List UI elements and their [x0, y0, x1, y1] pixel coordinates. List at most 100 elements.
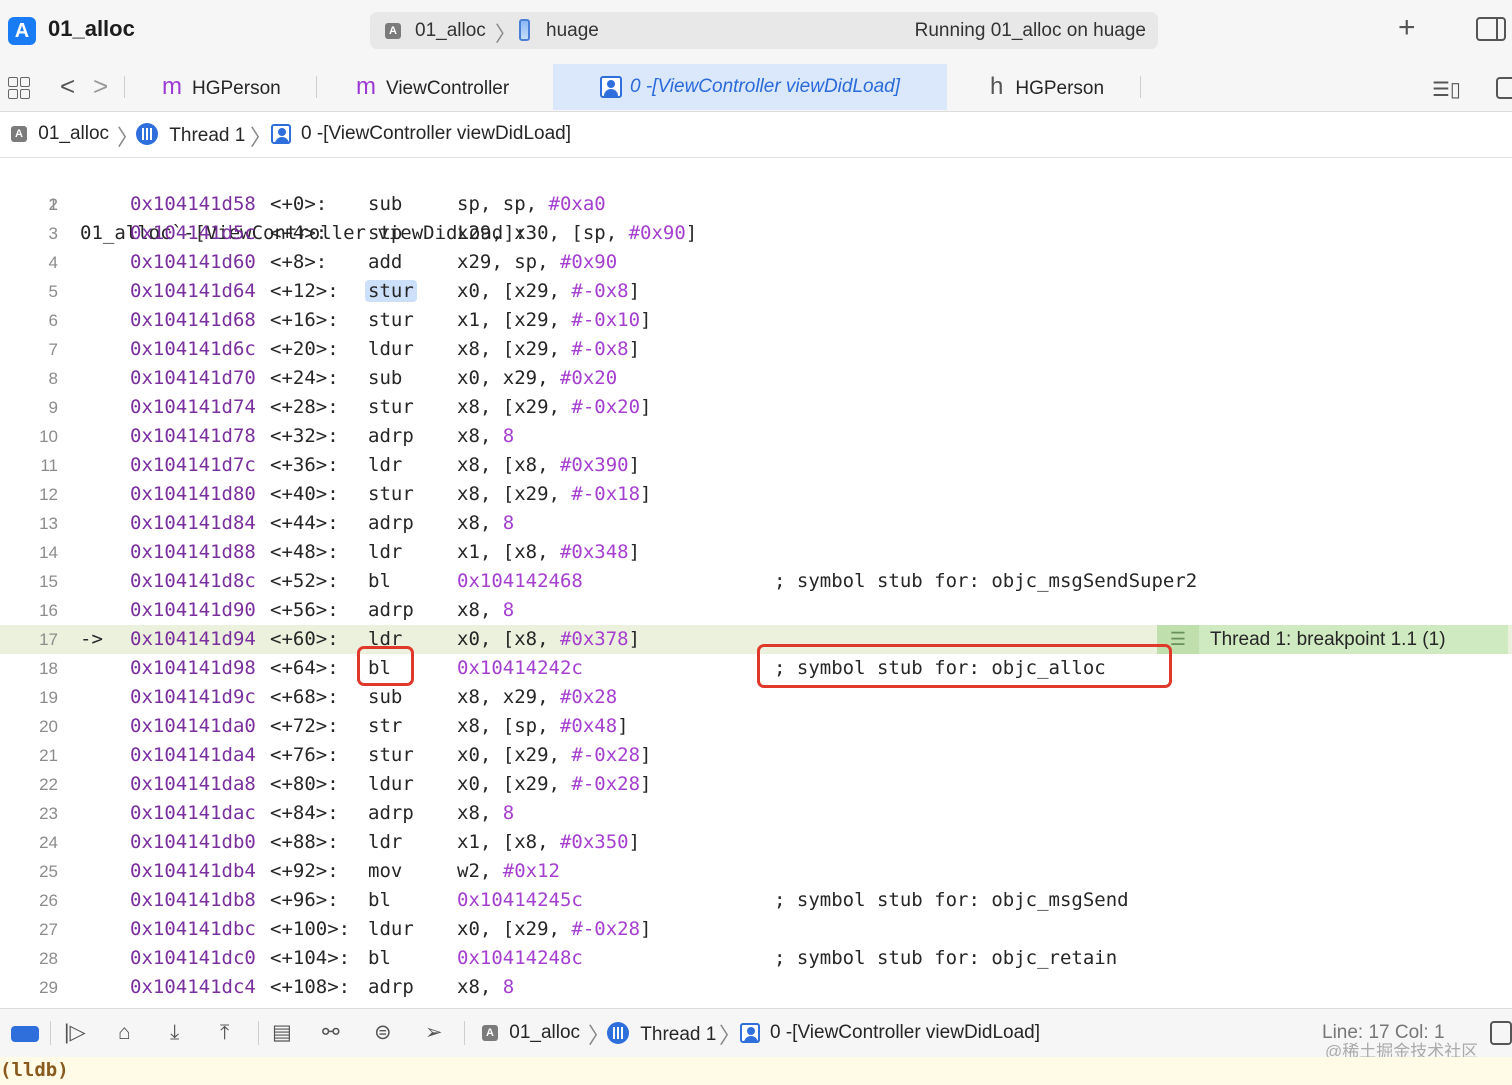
- view-hierarchy-icon[interactable]: ▤: [272, 1021, 292, 1045]
- tab-viewcontroller-m[interactable]: m ViewController: [356, 64, 509, 110]
- toolbar-divider: [464, 1021, 465, 1045]
- instruction-address: 0x104141d68: [130, 309, 256, 331]
- chevron-left-icon[interactable]: <: [60, 71, 75, 102]
- operand-text: x1, [x8,: [457, 831, 560, 853]
- mnemonic-text: bl: [368, 947, 391, 969]
- instruction-offset: <+32>:: [270, 425, 339, 447]
- toolbar-divider: [258, 1021, 259, 1045]
- code-line: 28 0x104141dc0 <+104>: bl 0x10414248c ; symbo…: [0, 944, 1512, 973]
- instruction-operands: w2, #0x12: [457, 857, 560, 886]
- instruction-mnemonic: ldur: [368, 915, 414, 944]
- inspector-toggle-icon[interactable]: [1476, 17, 1506, 41]
- line-number: 5: [48, 282, 58, 301]
- tab-disassembly[interactable]: 0 -[ViewController viewDidLoad]: [553, 64, 947, 110]
- operand-text: x8, [x8,: [457, 454, 560, 476]
- debugbar-frame-label: 0 -[ViewController viewDidLoad]: [770, 1022, 1040, 1043]
- instruction-address: 0x104141d70: [130, 367, 256, 389]
- instruction-offset: <+80>:: [270, 773, 339, 795]
- mnemonic-text: adrp: [368, 599, 414, 621]
- operand-text: x0, x29,: [457, 367, 560, 389]
- environment-overrides-icon[interactable]: ⊜: [374, 1021, 392, 1045]
- instruction-address: 0x104141db8: [130, 889, 256, 911]
- breakpoints-toggle-icon[interactable]: [11, 1026, 39, 1042]
- step-out-icon[interactable]: ⤒: [220, 1021, 229, 1045]
- operand-tail: ]: [640, 483, 652, 505]
- operand-text: x29, sp,: [457, 251, 560, 273]
- code-line: 29 0x104141dc4 <+108>: adrp x8, 8: [0, 973, 1512, 1002]
- lldb-console[interactable]: (lldb): [0, 1057, 1512, 1085]
- debugbar-project[interactable]: A 01_alloc: [482, 1022, 580, 1044]
- operand-immediate: 0x10414242c: [457, 657, 583, 679]
- instruction-offset: <+28>:: [270, 396, 339, 418]
- instruction-operands: x0, [x8, #0x378]: [457, 625, 640, 654]
- memory-graph-icon[interactable]: ⚯: [322, 1021, 340, 1045]
- tab-hgperson-h[interactable]: h HGPerson: [990, 64, 1104, 110]
- chevron-right-icon: 〉: [719, 1023, 742, 1048]
- instruction-address: 0x104141da4: [130, 744, 256, 766]
- continue-icon[interactable]: |▷: [64, 1021, 86, 1045]
- line-number: 25: [39, 862, 58, 881]
- step-into-icon[interactable]: ⤓: [170, 1021, 179, 1045]
- operand-immediate: #-0x28: [571, 773, 641, 795]
- step-over-icon[interactable]: ⌂: [118, 1021, 131, 1045]
- chevron-right-icon[interactable]: >: [93, 71, 108, 102]
- operand-text: x0, [x29,: [457, 918, 572, 940]
- jump-bar: A 01_alloc 〉 Thread 1 〉 0 -[ViewControll…: [0, 112, 1512, 158]
- instruction-address: 0x104141dc4: [130, 976, 256, 998]
- debugbar-thread[interactable]: Thread 1: [607, 1022, 716, 1046]
- instruction-address: 0x104141d8c: [130, 570, 256, 592]
- jumpbar-project[interactable]: A 01_alloc: [11, 123, 109, 145]
- instruction-address: 0x104141d9c: [130, 686, 256, 708]
- instruction-mnemonic: ldr: [368, 625, 402, 654]
- line-number: 20: [39, 717, 58, 736]
- operand-tail: ]: [628, 280, 641, 302]
- chevron-right-icon: 〉: [250, 125, 273, 150]
- debugbar-frame[interactable]: 0 -[ViewController viewDidLoad]: [740, 1022, 1040, 1044]
- add-library-button[interactable]: +: [1398, 12, 1416, 44]
- console-panel-icon[interactable]: [1490, 1021, 1512, 1045]
- operand-tail: ]: [640, 744, 652, 766]
- operand-immediate: #0x12: [502, 860, 560, 882]
- jumpbar-thread[interactable]: Thread 1: [136, 123, 245, 147]
- scheme-target-label[interactable]: 01_alloc: [415, 20, 486, 42]
- related-items-grid-icon[interactable]: [8, 77, 30, 99]
- tab-divider: [316, 76, 317, 98]
- simulate-location-icon[interactable]: ➢: [425, 1021, 443, 1045]
- instruction-address: 0x104141dbc: [130, 918, 256, 940]
- operand-tail: ]: [685, 222, 698, 244]
- mnemonic-text: stur: [368, 483, 414, 505]
- code-line: 22 0x104141da8 <+80>: ldur x0, [x29, #-0x28]: [0, 770, 1512, 799]
- jumpbar-frame[interactable]: 0 -[ViewController viewDidLoad]: [271, 123, 571, 145]
- instruction-mnemonic: ldr: [368, 828, 402, 857]
- line-number: 26: [39, 891, 58, 910]
- instruction-address: 0x104141d94: [130, 628, 256, 650]
- operand-tail: ]: [640, 309, 652, 331]
- line-number: 18: [39, 659, 58, 678]
- instruction-operands: x8, 8: [457, 596, 514, 625]
- mnemonic-text: stur: [365, 280, 417, 302]
- instruction-address: 0x104141d90: [130, 599, 256, 621]
- operand-tail: ]: [628, 831, 641, 853]
- program-counter-arrow: ->: [80, 628, 103, 650]
- code-line: 18 0x104141d98 <+64>: bl 0x10414242c ; symbol…: [0, 654, 1512, 683]
- editor-options-icon[interactable]: ☰▯: [1432, 77, 1461, 102]
- run-destination-label[interactable]: huage: [546, 20, 599, 42]
- instruction-offset: <+76>:: [270, 744, 339, 766]
- tab-hgperson-m[interactable]: m HGPerson: [162, 64, 281, 110]
- add-editor-icon[interactable]: [1496, 77, 1512, 99]
- scheme-selector[interactable]: A 01_alloc 〉 huage Running 01_alloc on h…: [370, 12, 1158, 49]
- code-line: 24 0x104141db0 <+88>: ldr x1, [x8, #0x350]: [0, 828, 1512, 857]
- tab-divider: [124, 76, 125, 98]
- editor-tab-bar: < > m HGPerson m ViewController 0 -[ViewCo…: [0, 64, 1512, 112]
- code-line: 21 0x104141da4 <+76>: stur x0, [x29, #-0x28]: [0, 741, 1512, 770]
- jumpbar-thread-label: Thread 1: [169, 125, 246, 146]
- operand-immediate: #0x90: [628, 222, 686, 244]
- breakpoint-annotation[interactable]: ☰ Thread 1: breakpoint 1.1 (1): [1157, 625, 1508, 654]
- code-line: 12 0x104141d80 <+40>: stur x8, [x29, #-0x18]: [0, 480, 1512, 509]
- line-number: 22: [39, 775, 58, 794]
- instruction-mnemonic: bl: [368, 886, 391, 915]
- instruction-operands: x1, [x29, #-0x10]: [457, 306, 651, 335]
- disassembly-editor[interactable]: 1 01_alloc`-[ViewController viewDidLoad]…: [0, 160, 1512, 1008]
- instruction-operands: x8, [x29, #-0x8]: [457, 335, 640, 364]
- instruction-operands: 0x104142468: [457, 567, 583, 596]
